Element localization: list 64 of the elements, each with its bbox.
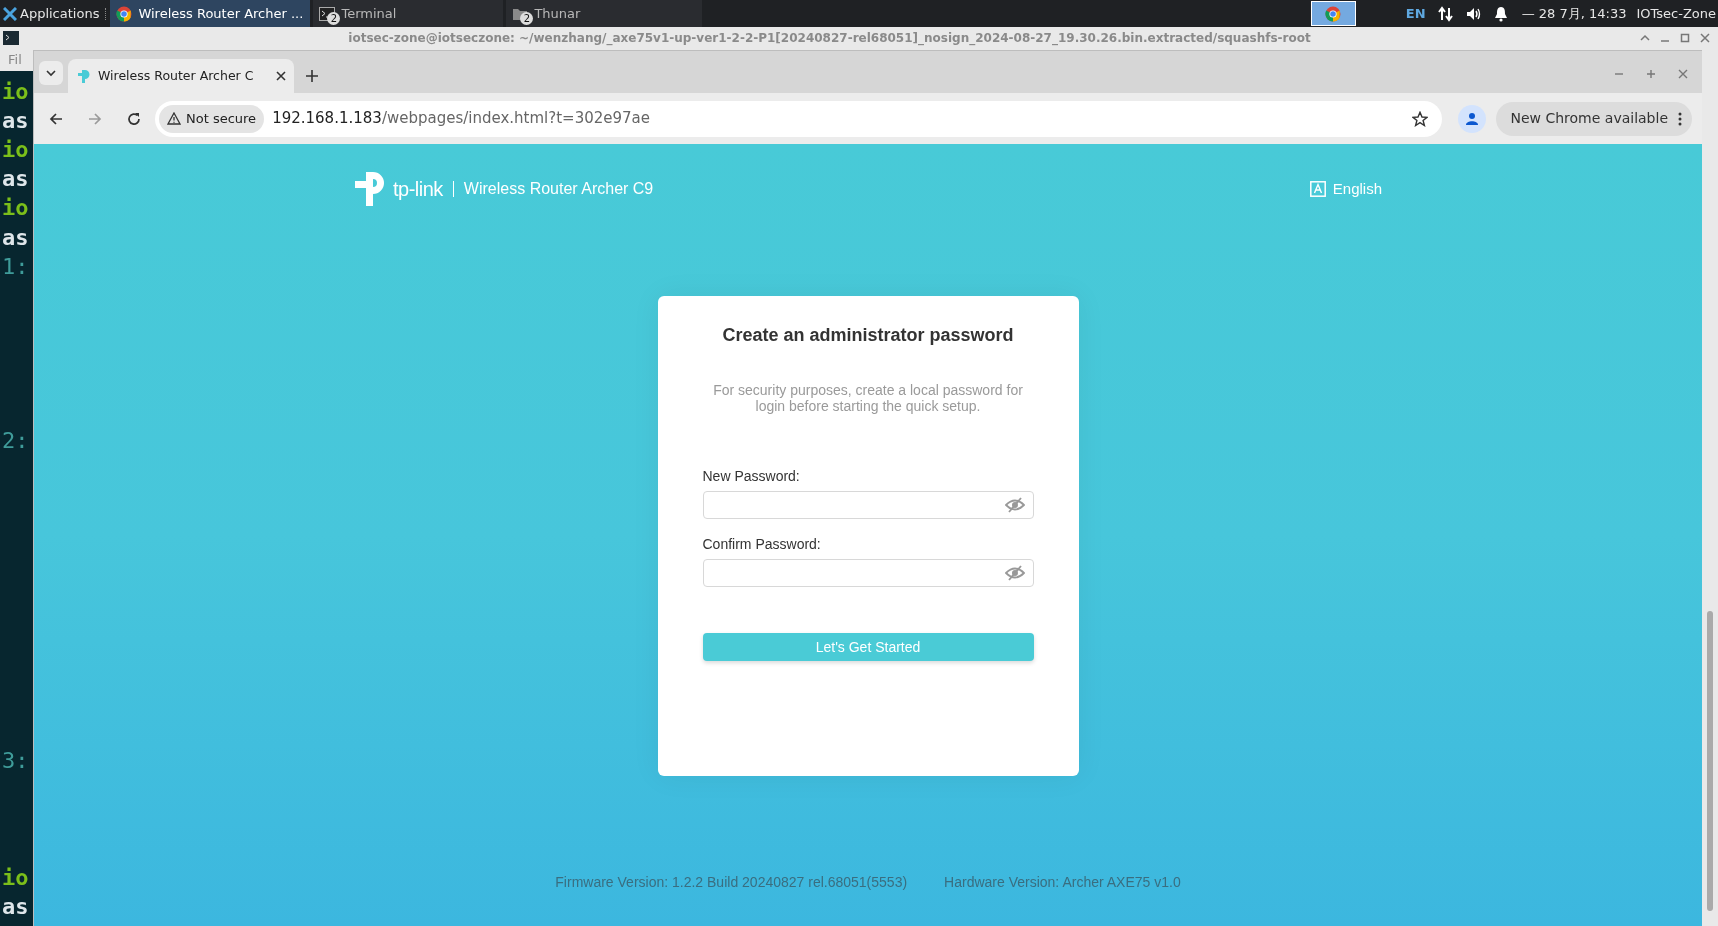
taskbar-window-button[interactable]: 2 Terminal xyxy=(313,0,504,27)
language-icon xyxy=(1309,181,1326,197)
browser-icon xyxy=(116,5,133,22)
chevron-down-icon xyxy=(46,68,56,78)
close-icon[interactable] xyxy=(276,71,286,81)
terminal-text: 3: xyxy=(2,747,29,776)
password-field[interactable] xyxy=(702,491,1034,519)
version-text: Hardware Version: Archer AXE75 v1.0 xyxy=(944,873,1181,892)
terminal-text: 1: xyxy=(2,252,29,281)
reload-icon[interactable] xyxy=(127,111,141,126)
count-badge: 2 xyxy=(520,12,534,25)
dialog-title: Create an administrator password xyxy=(722,324,1014,347)
x-logo-icon xyxy=(3,6,17,21)
terminal-text: as xyxy=(2,892,29,921)
terminal-text: as xyxy=(2,107,29,136)
maximize-icon[interactable] xyxy=(1646,69,1656,79)
eye-slash-icon[interactable] xyxy=(1004,565,1025,581)
forward-arrow-icon[interactable] xyxy=(88,111,102,126)
product-name: Wireless Router Archer C9 xyxy=(463,179,654,199)
browser-tab[interactable]: Wireless Router Archer C xyxy=(68,59,294,93)
security-chip[interactable]: Not secure xyxy=(159,104,265,133)
address-bar[interactable]: Not secure 192.168.1.183/webpages/index.html?t=302e97ae xyxy=(155,100,1443,137)
person-icon xyxy=(1465,111,1480,126)
warning-icon xyxy=(167,112,181,125)
back-arrow-icon[interactable] xyxy=(49,111,63,126)
terminal-icon xyxy=(3,31,19,45)
description-text: For security purposes, create a local password for login before starting the quick setup. xyxy=(712,382,1024,414)
tab-search-button[interactable] xyxy=(39,61,63,85)
more-vertical-icon xyxy=(1678,111,1682,126)
eye-slash-icon[interactable] xyxy=(1004,497,1025,513)
tp-link-logo: tp-link xyxy=(354,171,443,207)
maximize-icon[interactable] xyxy=(1680,33,1690,43)
tray-browser-button[interactable] xyxy=(1310,1,1356,26)
user-name[interactable]: IOTsec-Zone xyxy=(1636,3,1716,24)
terminal-text: io xyxy=(2,194,29,223)
version-text: Firmware Version: 1.2.2 Build 20240827 rel.68051(5553) xyxy=(555,873,908,892)
terminal-text: as xyxy=(2,223,29,252)
window-title: iotsec-zone@iotseczone: ~/wenzhang/_axe75v1-up-ver1-2-2-P1[20240827-rel68051]_nosign_2024-08-27_19.30.26.bin.extracted/squashfs-root xyxy=(347,30,1312,47)
url-host: 192.168.1.183 xyxy=(272,108,382,130)
taskbar-window-button[interactable]: 2 Thunar xyxy=(506,0,703,27)
terminal-text: io xyxy=(2,863,29,892)
terminal-text: io xyxy=(2,78,29,106)
chevron-up-icon[interactable] xyxy=(1640,33,1650,43)
update-button[interactable]: New Chrome available xyxy=(1496,101,1692,136)
star-icon[interactable] xyxy=(1412,110,1429,127)
tp-link-logo-icon xyxy=(76,68,92,84)
scrollbar-thumb[interactable] xyxy=(1707,611,1713,911)
plus-icon[interactable] xyxy=(306,70,318,82)
terminal-text: 2: xyxy=(2,427,29,456)
url-path: /webpages/index.html?t=302e97ae xyxy=(381,108,651,130)
terminal-text: as xyxy=(2,165,29,194)
password-field[interactable] xyxy=(702,559,1034,587)
taskbar-window-button[interactable]: Wireless Router Archer ... xyxy=(110,0,311,27)
keyboard-layout-indicator[interactable]: EN xyxy=(1405,3,1426,24)
browser-icon xyxy=(1325,5,1342,22)
count-badge: 2 xyxy=(327,12,341,25)
field-label: Confirm Password: xyxy=(702,535,822,553)
applications-menu[interactable]: Applications xyxy=(0,0,103,27)
profile-button[interactable] xyxy=(1458,104,1487,133)
clock[interactable]: — 28 7月, 14:33 xyxy=(1521,3,1627,24)
network-arrows-icon[interactable] xyxy=(1437,5,1454,22)
field-label: New Password: xyxy=(702,467,801,485)
bell-icon[interactable] xyxy=(1493,5,1508,22)
terminal-text: io xyxy=(2,136,29,165)
